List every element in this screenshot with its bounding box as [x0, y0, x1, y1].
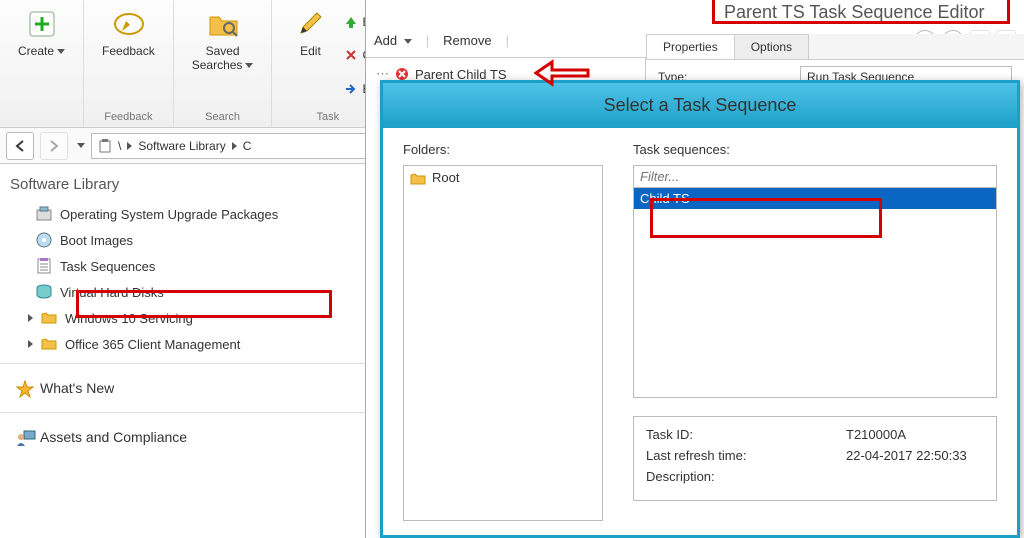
expand-icon — [28, 314, 33, 322]
tree-item-label: Operating System Upgrade Packages — [60, 207, 278, 222]
folders-label: Folders: — [403, 142, 603, 157]
edit-pencil-icon — [294, 8, 326, 40]
nav-history-dropdown[interactable] — [77, 143, 85, 148]
task-id-value: T210000A — [846, 427, 906, 442]
tab-properties[interactable]: Properties — [646, 34, 735, 59]
error-icon — [395, 67, 409, 81]
group-label — [8, 107, 75, 123]
chevron-right-icon — [127, 142, 132, 150]
assets-compliance-link[interactable]: Assets and Compliance — [0, 419, 365, 455]
description-label: Description: — [646, 469, 846, 484]
breadcrumb-root: \ — [118, 139, 121, 153]
tree-item-label: Boot Images — [60, 233, 133, 248]
sequence-item-child-ts[interactable]: Child TS — [634, 188, 996, 209]
remove-button[interactable]: Remove — [443, 33, 491, 48]
user-monitor-icon — [16, 429, 32, 445]
clipboard-icon — [98, 139, 112, 153]
tab-options[interactable]: Options — [734, 34, 809, 59]
refresh-label: Last refresh time: — [646, 448, 846, 463]
tree-item-label: Office 365 Client Management — [65, 337, 240, 352]
feedback-button[interactable]: Feedback — [92, 4, 165, 107]
x-icon — [344, 48, 358, 62]
saved-searches-button[interactable]: SavedSearches — [182, 4, 264, 107]
ribbon-group-create: Create — [0, 0, 84, 127]
plus-icon — [26, 8, 58, 40]
star-icon — [16, 380, 32, 396]
edit-label: Edit — [300, 44, 321, 58]
tree-item-label: Virtual Hard Disks — [60, 285, 164, 300]
tree-item-label: Task Sequences — [60, 259, 155, 274]
breadcrumb-item[interactable]: C — [243, 139, 252, 153]
dialog-sequences-column: Task sequences: Child TS Task ID:T210000… — [633, 142, 997, 521]
nav-forward-button[interactable] — [40, 132, 68, 160]
folder-icon — [410, 171, 426, 185]
add-button[interactable]: Add — [374, 33, 412, 48]
task-id-label: Task ID: — [646, 427, 846, 442]
pencil-icon — [112, 8, 144, 40]
tree-item-os-upgrade[interactable]: Operating System Upgrade Packages — [0, 201, 365, 227]
folder-icon — [41, 310, 57, 326]
disc-icon — [36, 232, 52, 248]
dialog-folders-column: Folders: Root — [403, 142, 603, 521]
folder-item-root[interactable]: Root — [404, 166, 602, 189]
folder-label: Root — [432, 170, 459, 185]
folder-icon — [41, 336, 57, 352]
sequence-info-panel: Task ID:T210000A Last refresh time:22-04… — [633, 416, 997, 501]
arrow-right-blue-icon — [344, 82, 358, 96]
editor-title: Parent TS Task Sequence Editor — [716, 0, 1014, 25]
tree-title: Software Library — [0, 172, 365, 201]
vhd-icon — [36, 284, 52, 300]
arrow-up-icon — [344, 15, 358, 29]
breadcrumb-item[interactable]: Software Library — [138, 139, 225, 153]
tree-item-win10-servicing[interactable]: Windows 10 Servicing — [0, 305, 365, 331]
tree-item-label: Windows 10 Servicing — [65, 311, 193, 326]
edit-button[interactable]: Edit — [280, 4, 340, 107]
tree-item-office365[interactable]: Office 365 Client Management — [0, 331, 365, 357]
whats-new-link[interactable]: What's New — [0, 370, 365, 406]
dialog-title: Select a Task Sequence — [383, 83, 1017, 128]
sequences-list[interactable]: Child TS — [633, 188, 997, 398]
tree-item-boot-images[interactable]: Boot Images — [0, 227, 365, 253]
ribbon-group-feedback: Feedback Feedback — [84, 0, 174, 127]
nav-back-button[interactable] — [6, 132, 34, 160]
expand-icon — [28, 340, 33, 348]
tree-item-task-sequences[interactable]: Task Sequences — [0, 253, 365, 279]
ribbon-group-search: SavedSearches Search — [174, 0, 273, 127]
group-feedback-label: Feedback — [92, 107, 165, 123]
package-icon — [36, 206, 52, 222]
tree-item-vhd[interactable]: Virtual Hard Disks — [0, 279, 365, 305]
select-task-sequence-dialog: Select a Task Sequence Folders: Root Tas… — [380, 80, 1020, 538]
filter-input[interactable] — [633, 165, 997, 188]
properties-tabs: Properties Options — [646, 34, 1024, 60]
group-search-label: Search — [182, 107, 264, 123]
saved-searches-label: SavedSearches — [192, 44, 243, 72]
assets-label: Assets and Compliance — [40, 429, 187, 445]
whats-new-label: What's New — [40, 380, 114, 396]
folder-search-icon — [207, 8, 239, 40]
group-task-label: Task — [280, 107, 375, 123]
chevron-right-icon — [232, 142, 237, 150]
sequences-label: Task sequences: — [633, 142, 997, 157]
folders-list[interactable]: Root — [403, 165, 603, 521]
create-label: Create — [18, 44, 54, 58]
feedback-label: Feedback — [102, 44, 155, 58]
refresh-value: 22-04-2017 22:50:33 — [846, 448, 967, 463]
tasksequence-icon — [36, 258, 52, 274]
create-button[interactable]: Create — [8, 4, 75, 107]
software-library-tree: Software Library Operating System Upgrad… — [0, 164, 365, 538]
